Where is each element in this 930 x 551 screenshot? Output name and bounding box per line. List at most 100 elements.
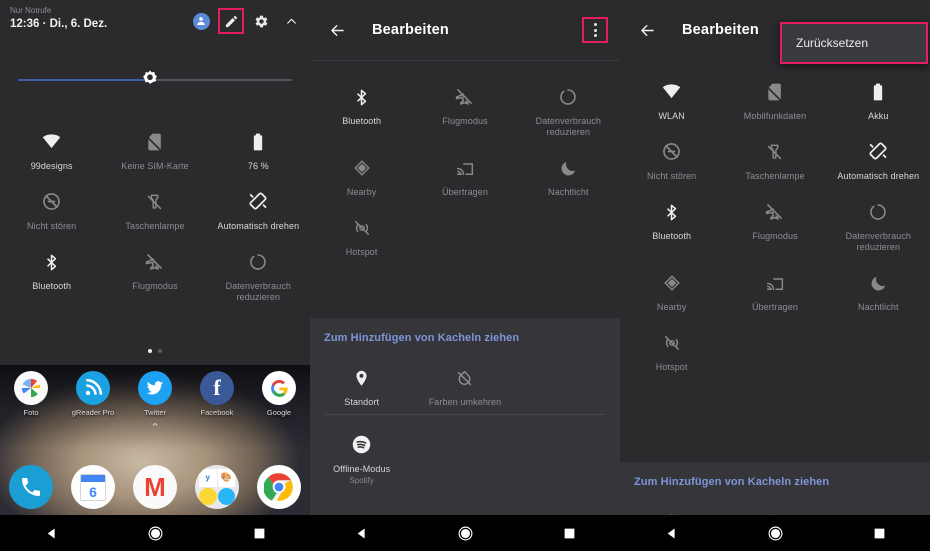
twitter-icon — [138, 371, 172, 405]
nav-home-icon[interactable] — [147, 525, 164, 542]
quick-tile-wlan[interactable]: WLAN — [620, 62, 723, 122]
page-dot[interactable] — [158, 349, 162, 353]
home-app-rss[interactable]: gReader Pro — [62, 371, 124, 417]
tile-label: Datenverbrauch reduzieren — [225, 281, 292, 302]
home-dock: 6 My 🎨 — [0, 465, 310, 509]
quick-tile-bluetooth[interactable]: Bluetooth — [310, 67, 413, 138]
quick-tile-datenverbrauch-reduzieren[interactable]: Datenverbrauch reduzieren — [517, 67, 620, 138]
quick-tile-offline-modus[interactable]: Offline-Modus Spotify — [310, 415, 413, 485]
tile-label: Nearby — [346, 187, 377, 197]
tile-label: Übertragen — [441, 187, 488, 197]
tile-label: Flugmodus — [752, 231, 798, 241]
app-label: Google — [266, 408, 292, 417]
chevron-up-icon[interactable] — [278, 8, 304, 34]
calendar-icon: 6 — [71, 465, 115, 509]
app-label: Facebook — [200, 408, 234, 417]
quick-tile-mobilfunkdaten[interactable]: Mobilfunkdaten — [723, 62, 826, 122]
quick-tile-flugmodus[interactable]: Flugmodus — [413, 67, 516, 138]
page-dot[interactable] — [148, 349, 152, 353]
home-app-google[interactable]: Google — [248, 371, 310, 417]
night-light-icon — [559, 152, 578, 178]
app-drawer-chevron-icon[interactable]: ⌃ — [0, 421, 310, 434]
quick-tile-übertragen[interactable]: Übertragen — [723, 253, 826, 313]
quick-tile-flugmodus[interactable]: Flugmodus — [103, 232, 206, 303]
tile-label: Datenverbrauch reduzieren — [845, 231, 912, 252]
tile-label: Bluetooth — [32, 281, 72, 291]
quick-tile-nearby[interactable]: Nearby — [620, 253, 723, 313]
tile-label: Flugmodus — [132, 281, 178, 291]
dock-app-folder[interactable]: y 🎨 — [186, 465, 248, 509]
dock-app-chrome[interactable] — [248, 465, 310, 509]
quick-tile-hotspot[interactable]: Hotspot — [310, 198, 413, 258]
quick-tile-nicht-stören[interactable]: Nicht stören — [0, 172, 103, 232]
brightness-slider[interactable] — [18, 68, 292, 94]
quick-tile-taschenlampe[interactable]: Taschenlampe — [723, 122, 826, 182]
tile-label: Automatisch drehen — [837, 171, 920, 181]
nav-back-icon[interactable] — [664, 526, 679, 541]
quick-tile-keine-sim-karte[interactable]: Keine SIM-Karte — [103, 112, 206, 172]
home-app-row: Foto gReader Pro Twitter f Facebook Google — [0, 371, 310, 417]
quick-tile-datenverbrauch-reduzieren[interactable]: Datenverbrauch reduzieren — [207, 232, 310, 303]
home-app-facebook[interactable]: f Facebook — [186, 371, 248, 417]
overflow-menu-icon[interactable] — [582, 17, 608, 43]
nav-back-icon[interactable] — [44, 526, 59, 541]
bluetooth-icon — [662, 196, 681, 222]
edit-pencil-icon[interactable] — [218, 8, 244, 34]
quick-tile-nachtlicht[interactable]: Nachtlicht — [827, 253, 930, 313]
quick-tile-übertragen[interactable]: Übertragen — [413, 138, 516, 198]
quick-tile-flugmodus[interactable]: Flugmodus — [723, 182, 826, 253]
battery-icon — [248, 126, 268, 152]
navigation-bar — [310, 515, 620, 551]
nav-recents-icon[interactable] — [253, 527, 266, 540]
app-tiles-grid: Offline-Modus Spotify — [310, 415, 620, 485]
quick-tile-hotspot[interactable]: Hotspot — [620, 313, 723, 373]
nav-home-icon[interactable] — [767, 525, 784, 542]
tile-label: Bluetooth — [342, 116, 382, 126]
app-label: Foto — [23, 408, 39, 417]
quick-tile-nachtlicht[interactable]: Nachtlicht — [517, 138, 620, 198]
nav-recents-icon[interactable] — [563, 527, 576, 540]
quick-tile-automatisch-drehen[interactable]: Automatisch drehen — [207, 172, 310, 232]
quick-tile-bluetooth[interactable]: Bluetooth — [620, 182, 723, 253]
navigation-bar — [620, 515, 930, 551]
quick-tile-automatisch-drehen[interactable]: Automatisch drehen — [827, 122, 930, 182]
wifi-icon — [661, 76, 682, 102]
edit-toolbar: Bearbeiten Zurücksetzen — [620, 0, 930, 64]
nav-home-icon[interactable] — [457, 525, 474, 542]
home-app-twitter[interactable]: Twitter — [124, 371, 186, 417]
account-avatar[interactable] — [188, 8, 214, 34]
dock-app-gmail[interactable]: M — [124, 465, 186, 509]
tile-label: Taschenlampe — [745, 171, 805, 181]
quick-tile-76[interactable]: 76 % — [207, 112, 310, 172]
dock-app-phone[interactable] — [0, 465, 62, 509]
sim-off-icon — [765, 76, 785, 102]
header-action-icons — [188, 8, 304, 34]
quick-tile-99designs[interactable]: 99designs — [0, 112, 103, 172]
edit-toolbar: Bearbeiten — [310, 0, 620, 60]
back-arrow-icon[interactable] — [324, 17, 350, 43]
menu-item-reset[interactable]: Zurücksetzen — [782, 24, 926, 62]
quick-tile-standort[interactable]: Standort — [310, 348, 413, 408]
quick-tile-akku[interactable]: Akku — [827, 62, 930, 122]
nav-recents-icon[interactable] — [873, 527, 886, 540]
invert-colors-icon — [455, 362, 474, 388]
dock-app-calendar[interactable]: 6 — [62, 465, 124, 509]
quick-tile-nicht-stören[interactable]: Nicht stören — [620, 122, 723, 182]
home-app-photos[interactable]: Foto — [0, 371, 62, 417]
kebab-dot — [593, 34, 597, 37]
quick-tile-datenverbrauch-reduzieren[interactable]: Datenverbrauch reduzieren — [827, 182, 930, 253]
slider-thumb[interactable] — [139, 69, 161, 91]
quick-tile-bluetooth[interactable]: Bluetooth — [0, 232, 103, 303]
tile-label: Taschenlampe — [125, 221, 185, 231]
location-icon — [352, 362, 371, 388]
slider-fill — [18, 79, 150, 81]
phone-icon — [9, 465, 53, 509]
tile-label: Flugmodus — [442, 116, 488, 126]
gear-icon[interactable] — [248, 8, 274, 34]
nav-back-icon[interactable] — [354, 526, 369, 541]
back-arrow-icon[interactable] — [634, 17, 660, 43]
quick-tile-taschenlampe[interactable]: Taschenlampe — [103, 172, 206, 232]
quick-tile-nearby[interactable]: Nearby — [310, 138, 413, 198]
quick-tile-farben-umkehren[interactable]: Farben umkehren — [413, 348, 516, 408]
tile-label: Mobilfunkdaten — [743, 111, 807, 121]
